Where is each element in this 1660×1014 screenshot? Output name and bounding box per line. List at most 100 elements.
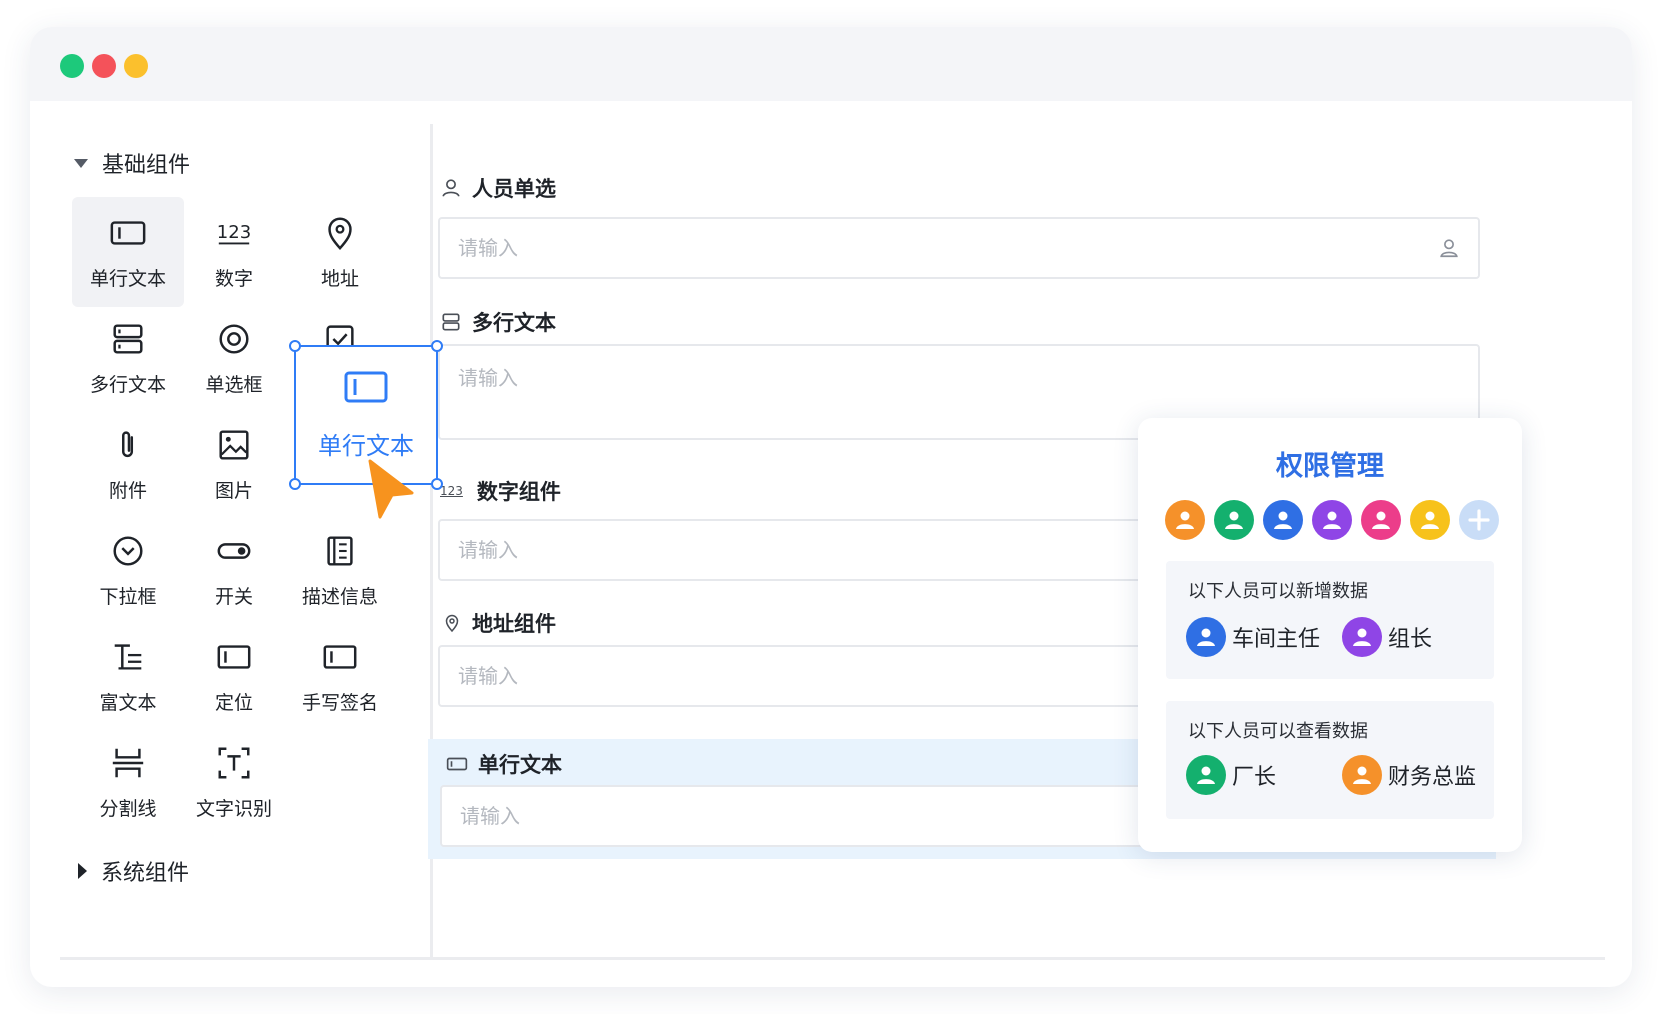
- maximize-dot[interactable]: [60, 54, 84, 78]
- placeholder-text: 请输入: [458, 236, 518, 260]
- avatar: [1186, 755, 1226, 795]
- field-label-person: 人员单选: [440, 173, 556, 203]
- person-chip[interactable]: 厂长: [1186, 755, 1276, 795]
- image-icon: [219, 429, 249, 460]
- comp-label: 分割线: [99, 797, 157, 820]
- person-select-input[interactable]: 请输入: [438, 217, 1480, 279]
- comp-address[interactable]: 地址: [284, 197, 396, 307]
- person-icon[interactable]: [1438, 237, 1460, 259]
- comp-image[interactable]: 图片: [178, 409, 290, 519]
- radio-icon: [219, 323, 249, 354]
- plus-icon: [1468, 509, 1490, 531]
- user-icon: [1323, 511, 1341, 529]
- paperclip-icon: [122, 430, 134, 457]
- comp-label: 单选框: [205, 373, 263, 396]
- person-name: 财务总监: [1388, 765, 1477, 790]
- field-label-text: 地址组件: [472, 612, 556, 636]
- user-icon: [1197, 628, 1215, 646]
- add-member-button[interactable]: [1459, 500, 1499, 540]
- number-123-icon: 123: [217, 221, 251, 244]
- person-name: 车间主任: [1232, 627, 1321, 652]
- field-label-text: 人员单选: [472, 177, 556, 201]
- person-name: 厂长: [1232, 765, 1277, 790]
- comp-label: 数字: [214, 267, 253, 290]
- comp-position[interactable]: 定位: [178, 621, 290, 731]
- user-icon: [1197, 766, 1215, 784]
- field-label-text: 多行文本: [472, 311, 556, 335]
- comp-radio[interactable]: 单选框: [178, 303, 290, 413]
- comp-label: 图片: [214, 479, 253, 502]
- close-dot[interactable]: [92, 54, 116, 78]
- comp-label: 开关: [214, 585, 253, 608]
- person-name: 组长: [1388, 627, 1433, 652]
- single-line-text-icon: [110, 220, 146, 245]
- user-icon: [1176, 511, 1194, 529]
- avatar: [1186, 617, 1226, 657]
- comp-description[interactable]: 描述信息: [284, 515, 396, 625]
- comp-single-line-text[interactable]: 单行文本: [72, 197, 184, 307]
- avatar[interactable]: [1263, 500, 1303, 540]
- placeholder-text: 请输入: [460, 804, 520, 828]
- field-label-multiline: 多行文本: [440, 307, 556, 337]
- comp-multi-line-text[interactable]: 多行文本: [72, 303, 184, 413]
- app-window: 基础组件 单行文本 123 数字 地址 多行文本 单选框 日期 附件 图片 下拉…: [30, 27, 1632, 987]
- placeholder-text: 请输入: [458, 366, 518, 390]
- add-permission-box: 以下人员可以新增数据 车间主任 组长: [1166, 561, 1494, 679]
- position-icon: [217, 644, 251, 669]
- multi-line-text-icon: [442, 313, 460, 331]
- permission-title: 权限管理: [1276, 451, 1384, 482]
- comp-signature[interactable]: 手写签名: [284, 621, 396, 731]
- avatar: [1342, 617, 1382, 657]
- comp-label: 定位: [214, 691, 253, 714]
- person-chip[interactable]: 组长: [1342, 617, 1432, 657]
- ocr-icon: [218, 747, 250, 778]
- comp-label: 文字识别: [195, 797, 272, 820]
- resize-handle[interactable]: [289, 340, 301, 352]
- placeholder-text: 请输入: [458, 664, 518, 688]
- avatar[interactable]: [1165, 500, 1205, 540]
- comp-label: 多行文本: [89, 373, 166, 396]
- basic-components-header[interactable]: 基础组件: [74, 147, 190, 179]
- svg-text:123: 123: [217, 221, 251, 242]
- view-permission-box: 以下人员可以查看数据 厂长 财务总监: [1166, 701, 1494, 819]
- comp-label: 地址: [320, 267, 359, 290]
- resize-handle[interactable]: [431, 478, 443, 490]
- title-bar: [30, 27, 1632, 101]
- comp-rich-text[interactable]: 富文本: [72, 621, 184, 731]
- system-components-header[interactable]: 系统组件: [74, 855, 189, 887]
- location-pin-icon: [328, 217, 352, 250]
- comp-label: 单行文本: [89, 267, 166, 290]
- comp-switch[interactable]: 开关: [178, 515, 290, 625]
- rich-text-icon: [114, 643, 142, 670]
- dropdown-icon: [113, 535, 143, 566]
- minimize-dot[interactable]: [124, 54, 148, 78]
- comp-label: 手写签名: [301, 691, 378, 714]
- comp-ocr[interactable]: 文字识别: [178, 727, 290, 837]
- comp-divider[interactable]: 分割线: [72, 727, 184, 837]
- person-chip[interactable]: 财务总监: [1342, 755, 1476, 795]
- location-pin-icon: [445, 614, 459, 633]
- user-icon: [1372, 511, 1390, 529]
- avatar[interactable]: [1410, 500, 1450, 540]
- caret-down-icon: [74, 158, 88, 168]
- resize-handle[interactable]: [431, 340, 443, 352]
- user-icon: [1225, 511, 1243, 529]
- person-chip[interactable]: 车间主任: [1186, 617, 1320, 657]
- field-label-single-line: 单行文本: [446, 749, 562, 779]
- view-permission-desc: 以下人员可以查看数据: [1188, 721, 1368, 742]
- avatar[interactable]: [1361, 500, 1401, 540]
- resize-handle[interactable]: [289, 478, 301, 490]
- permission-card: 权限管理 以下人员可以新增数据 车间主任 组长 以下人员可以查看数据 厂长 财务…: [1138, 418, 1522, 852]
- comp-dropdown[interactable]: 下拉框: [72, 515, 184, 625]
- system-components-label: 系统组件: [101, 861, 190, 886]
- comp-label: 描述信息: [301, 585, 378, 608]
- comp-number[interactable]: 123 数字: [178, 197, 290, 307]
- avatar[interactable]: [1214, 500, 1254, 540]
- avatar[interactable]: [1312, 500, 1352, 540]
- comp-attachment[interactable]: 附件: [72, 409, 184, 519]
- add-permission-desc: 以下人员可以新增数据: [1188, 581, 1368, 602]
- single-line-text-icon: [446, 757, 468, 771]
- drag-card-label: 单行文本: [318, 431, 414, 460]
- comp-label: 富文本: [99, 691, 157, 714]
- field-label-number: 123 数字组件: [440, 476, 561, 506]
